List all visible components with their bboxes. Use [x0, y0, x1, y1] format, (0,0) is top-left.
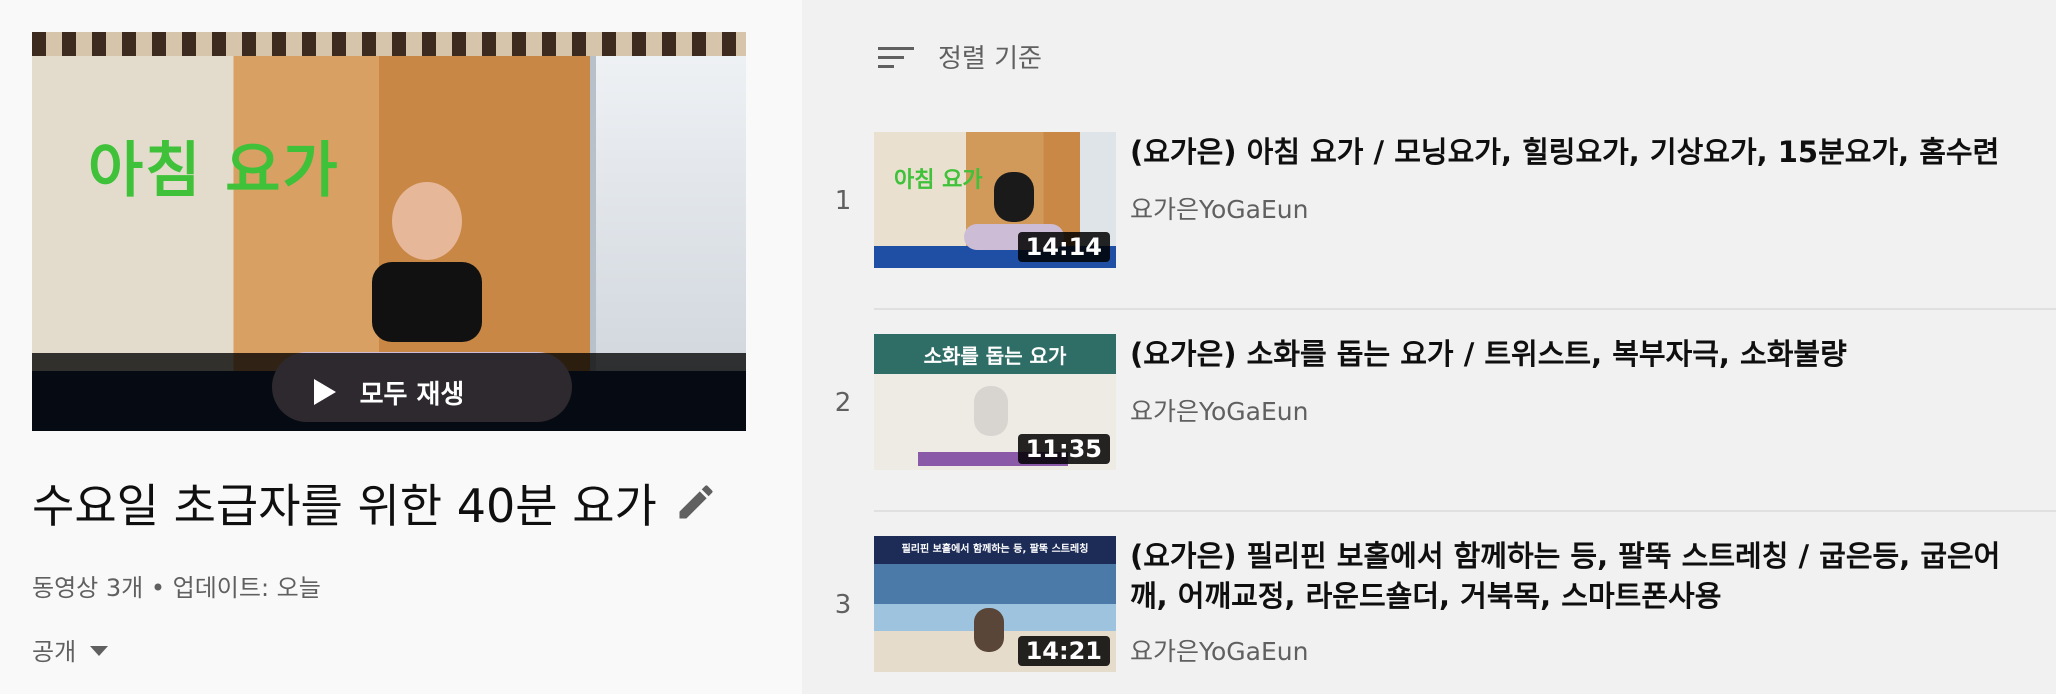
playlist-header-panel: 아침 요가 모두 재생 수요일 초급자를 위한 40분 요가 동영상 3개 • …	[0, 0, 802, 694]
video-channel[interactable]: 요가은YoGaEun	[1130, 392, 1308, 428]
privacy-label: 공개	[32, 638, 77, 666]
video-channel[interactable]: 요가은YoGaEun	[1130, 632, 1308, 668]
playlist-meta: 동영상 3개 • 업데이트: 오늘	[32, 574, 321, 602]
thumb-figure	[994, 172, 1034, 222]
video-index: 1	[834, 186, 852, 216]
row-divider	[874, 308, 2056, 310]
caret-down-icon	[90, 645, 109, 656]
video-title[interactable]: (요가은) 아침 요가 / 모닝요가, 힐링요가, 기상요가, 15분요가, 홈…	[1130, 132, 2030, 172]
sort-button[interactable]: 정렬 기준	[878, 38, 1042, 75]
playlist-title[interactable]: 수요일 초급자를 위한 40분 요가	[32, 470, 657, 536]
thumb-figure	[974, 386, 1008, 436]
play-all-button[interactable]: 모두 재생	[32, 353, 746, 431]
row-divider	[874, 510, 2056, 512]
hero-thumbnail-text: 아침 요가	[88, 136, 340, 206]
thumb-figure	[974, 608, 1004, 652]
pencil-icon[interactable]	[674, 480, 718, 524]
play-icon	[313, 379, 336, 405]
hero-cabinet	[590, 56, 746, 396]
video-title[interactable]: (요가은) 소화를 돕는 요가 / 트위스트, 복부자극, 소화불량	[1130, 334, 2030, 374]
hero-wall-slats	[32, 32, 746, 56]
playlist-thumbnail[interactable]: 아침 요가 모두 재생	[32, 32, 746, 431]
thumb-cabinet	[1080, 132, 1116, 246]
thumb-text: 필리핀 보홀에서 함께하는 등, 팔뚝 스트레칭	[901, 544, 1089, 555]
video-channel[interactable]: 요가은YoGaEun	[1130, 190, 1308, 226]
playlist-video-row[interactable]: 2 소화를 돕는 요가 11:35 (요가은) 소화를 돕는 요가 / 트위스트…	[802, 334, 2056, 512]
thumb-text: 소화를 돕는 요가	[923, 344, 1067, 368]
play-all-label: 모두 재생	[359, 379, 465, 410]
privacy-dropdown[interactable]: 공개	[32, 632, 109, 667]
playlist-video-row[interactable]: 1 아침 요가 14:14 (요가은) 아침 요가 / 모닝요가, 힐링요가, …	[802, 132, 2056, 310]
video-title[interactable]: (요가은) 필리핀 보홀에서 함께하는 등, 팔뚝 스트레칭 / 굽은등, 굽은…	[1130, 536, 2030, 616]
sort-icon	[878, 43, 918, 71]
thumb-text: 아침 요가	[894, 168, 983, 193]
video-duration: 14:21	[1017, 636, 1110, 666]
video-thumbnail[interactable]: 소화를 돕는 요가 11:35	[874, 334, 1116, 470]
playlist-video-list: 정렬 기준 1 아침 요가 14:14 (요가은) 아침 요가 / 모닝요가, …	[802, 0, 2056, 694]
video-duration: 11:35	[1017, 434, 1110, 464]
video-index: 3	[834, 590, 852, 620]
playlist-video-row[interactable]: 3 필리핀 보홀에서 함께하는 등, 팔뚝 스트레칭 14:21 (요가은) 필…	[802, 536, 2056, 686]
sort-label: 정렬 기준	[938, 44, 1042, 74]
hero-figure-torso	[372, 262, 482, 342]
video-thumbnail[interactable]: 필리핀 보홀에서 함께하는 등, 팔뚝 스트레칭 14:21	[874, 536, 1116, 672]
video-index: 2	[834, 388, 852, 418]
video-duration: 14:14	[1017, 232, 1110, 262]
hero-figure-head	[392, 182, 462, 260]
video-thumbnail[interactable]: 아침 요가 14:14	[874, 132, 1116, 268]
